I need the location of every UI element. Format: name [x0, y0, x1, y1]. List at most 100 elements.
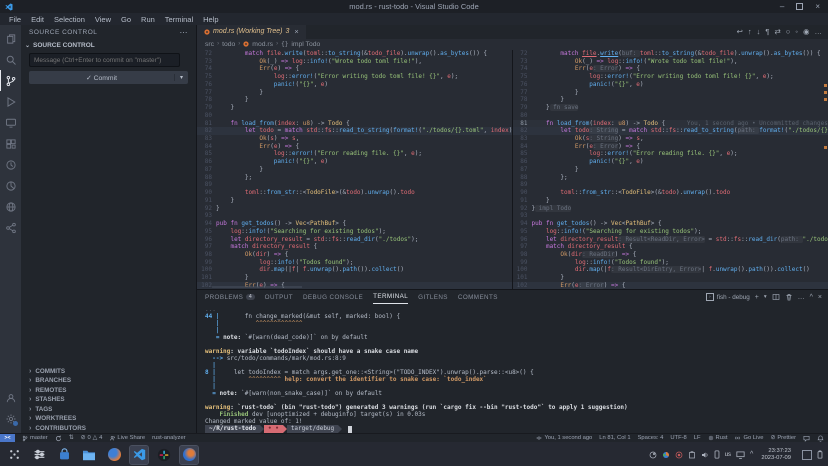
swap-sides-icon[interactable]: ⇄	[774, 27, 780, 36]
inline-view-icon[interactable]: ○	[786, 27, 791, 36]
sidebar-section-remotes[interactable]: ›REMOTES	[21, 386, 196, 396]
share-flow-icon[interactable]	[0, 217, 21, 238]
keyboard-layout[interactable]: us	[725, 452, 731, 458]
code-line[interactable]: 83 Ok(s: String) => s,	[513, 135, 828, 143]
record-icon[interactable]	[675, 451, 683, 459]
previous-change-icon[interactable]: ↑	[748, 27, 752, 36]
code-line[interactable]: 85 log::error!("Error reading file. {}",…	[197, 150, 512, 158]
remote-explorer-icon[interactable]	[0, 112, 21, 133]
gitlens-annotate-icon[interactable]: ◉	[803, 27, 810, 36]
run-debug-icon[interactable]	[0, 91, 21, 112]
code-line[interactable]: 101 }	[197, 274, 512, 282]
code-line[interactable]: 98 Ok(dir: ReadDir) => {	[513, 251, 828, 259]
code-line[interactable]: 91 }	[197, 197, 512, 205]
menu-terminal[interactable]: Terminal	[160, 15, 198, 24]
code-line[interactable]: 100 dir.map(|f: Result<DirEntry, Error>|…	[513, 266, 828, 274]
app-launcher-icon[interactable]	[5, 446, 23, 464]
code-line[interactable]: 100 dir.map(|f| f.unwrap().path()).colle…	[197, 266, 512, 274]
extensions-icon[interactable]	[0, 133, 21, 154]
panel-tab-terminal[interactable]: TERMINAL	[373, 290, 408, 304]
code-line[interactable]: 85 log::error!("Error reading file. {}",…	[513, 150, 828, 158]
problems-indicator[interactable]: ⊘0 △4	[81, 435, 103, 441]
code-line[interactable]: 73 Ok(_) => log::info!("Wrote todo toml …	[513, 58, 828, 66]
code-line[interactable]: 87 }	[197, 166, 512, 174]
code-line[interactable]: 76 panic!("{}", e)	[197, 81, 512, 89]
chat-app-icon[interactable]	[155, 446, 173, 464]
new-terminal-icon[interactable]: +	[755, 294, 759, 301]
more-actions-icon[interactable]: …	[815, 27, 823, 36]
sidebar-section-branches[interactable]: ›BRANCHES	[21, 376, 196, 386]
code-line[interactable]: 99 log::info!("Todos found");	[513, 259, 828, 267]
code-line[interactable]: 92}	[197, 205, 512, 213]
panel-tab-gitlens[interactable]: GITLENS	[418, 290, 448, 304]
breadcrumb-impl-todo[interactable]: impl Todo	[291, 41, 320, 48]
clipboard-icon[interactable]	[688, 451, 696, 459]
split-terminal-icon[interactable]	[772, 293, 780, 301]
code-line[interactable]: 84 Err(e) => {	[197, 143, 512, 151]
maximize-panel-icon[interactable]: ^	[810, 294, 813, 301]
color-wheel-icon[interactable]	[662, 451, 670, 459]
notifications-bell-icon[interactable]	[817, 435, 824, 442]
menu-file[interactable]: File	[4, 15, 26, 24]
app-store-icon[interactable]	[55, 446, 73, 464]
menu-edit[interactable]: Edit	[26, 15, 49, 24]
code-line[interactable]: 82 let todo = match std::fs::read_to_str…	[197, 127, 512, 135]
code-line[interactable]: 80	[197, 112, 512, 120]
commit-dropdown-icon[interactable]: ▾	[174, 74, 188, 81]
source-control-icon[interactable]	[0, 70, 22, 91]
breadcrumb-todo[interactable]: todo	[222, 41, 235, 48]
sidebar-section-contributors[interactable]: ›CONTRIBUTORS	[21, 424, 196, 434]
code-line[interactable]: 98 Ok(dir) => {	[197, 251, 512, 259]
display-icon[interactable]	[736, 451, 745, 459]
panel-more-icon[interactable]: …	[798, 294, 805, 301]
go-live-button[interactable]: Go Live	[734, 435, 763, 441]
code-line[interactable]: 72 match file.write(toml::to_string(&tod…	[197, 50, 512, 58]
diff-modified-pane[interactable]: 72 match file.write(buf: toml::to_string…	[513, 50, 828, 289]
next-change-icon[interactable]: ↓	[757, 27, 761, 36]
battery-icon[interactable]	[817, 450, 823, 459]
terminal-dropdown-icon[interactable]: ▾	[764, 294, 767, 300]
code-line[interactable]: 74 Err(e) => {	[197, 65, 512, 73]
code-line[interactable]: 79 }	[197, 104, 512, 112]
toggle-whitespace-icon[interactable]: ¶	[765, 27, 769, 36]
code-line[interactable]: 95 log::info!("Searching for existing to…	[197, 228, 512, 236]
branch-indicator[interactable]: master	[22, 435, 48, 442]
browser-secondary-icon[interactable]	[180, 446, 198, 464]
minimize-button[interactable]: –	[780, 2, 784, 11]
sidebar-section-stashes[interactable]: ›STASHES	[21, 395, 196, 405]
resource-monitor-icon[interactable]	[0, 175, 21, 196]
code-line[interactable]: 89	[513, 181, 828, 189]
live-share-button[interactable]: Live Share	[109, 435, 145, 442]
code-line[interactable]: 90 toml::from_str::<TodoFile>(&todo).unw…	[197, 189, 512, 197]
sidebar-section-commits[interactable]: ›COMMITS	[21, 367, 196, 377]
menu-help[interactable]: Help	[198, 15, 223, 24]
tab-close-icon[interactable]: ×	[294, 27, 298, 36]
code-line[interactable]: 77 }	[197, 89, 512, 97]
gitlens-blame-status[interactable]: You, 1 second ago	[536, 435, 592, 441]
browser-firefox-icon[interactable]	[105, 446, 123, 464]
tab-mod-rs[interactable]: mod.rs (Working Tree) 3 ×	[197, 25, 306, 39]
close-panel-icon[interactable]: ×	[818, 294, 822, 301]
code-line[interactable]: 82 let todo: String = match std::fs::rea…	[513, 127, 828, 135]
history-icon[interactable]	[0, 154, 21, 175]
code-line[interactable]: 88 };	[513, 174, 828, 182]
account-icon[interactable]	[0, 387, 21, 408]
diff-original-pane[interactable]: 72 match file.write(toml::to_string(&tod…	[197, 50, 513, 289]
language-mode[interactable]: Rust	[708, 435, 728, 441]
code-line[interactable]: 78 }	[513, 96, 828, 104]
encoding-status[interactable]: UTF-8	[670, 435, 686, 441]
code-line[interactable]: 86 panic!("{}", e)	[513, 158, 828, 166]
code-line[interactable]: 83 Ok(s) => s,	[197, 135, 512, 143]
clock[interactable]: 23:37:23 2023-07-09	[761, 448, 791, 461]
code-line[interactable]: 93	[197, 212, 512, 220]
code-line[interactable]: 86 panic!("{}", e)	[197, 158, 512, 166]
terminal-output[interactable]: ...44 | fn change_marked(&mut self, mark…	[197, 304, 828, 433]
breadcrumb-mod-rs[interactable]: mod.rs	[252, 41, 273, 48]
commit-button[interactable]: ✓ Commit ▾	[29, 71, 188, 84]
compare-icon[interactable]: ⇅	[69, 435, 74, 441]
maximize-button[interactable]	[796, 3, 803, 10]
code-line[interactable]: 73 Ok(_) => log::info!("Wrote todo toml …	[197, 58, 512, 66]
menu-selection[interactable]: Selection	[49, 15, 90, 24]
code-line[interactable]: 101 }	[513, 274, 828, 282]
code-line[interactable]: 102 Err(e: Error) => {	[513, 282, 828, 289]
